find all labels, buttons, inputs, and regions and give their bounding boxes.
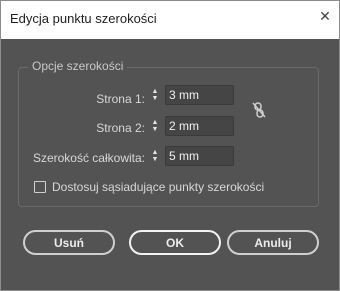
adjust-adjacent-checkbox-row[interactable]: Dostosuj sąsiadujące punkty szerokości (34, 179, 264, 195)
total-width-field: ▲ ▼ (148, 146, 234, 166)
broken-link-icon[interactable] (252, 102, 266, 118)
title-bar: Edycja punktu szerokości ✕ (1, 1, 339, 39)
ok-button[interactable]: OK (129, 230, 221, 255)
side1-spinner-icon[interactable]: ▲ ▼ (148, 85, 162, 105)
total-width-label: Szerokość całkowita: (32, 151, 145, 165)
side1-field: ▲ ▼ (148, 85, 234, 105)
dialog-window: Edycja punktu szerokości ✕ Opcje szeroko… (0, 0, 340, 291)
adjust-adjacent-label: Dostosuj sąsiadujące punkty szerokości (52, 180, 265, 194)
cancel-button[interactable]: Anuluj (227, 230, 319, 255)
group-legend: Opcje szerokości (28, 59, 128, 73)
dialog-body: Opcje szerokości Strona 1: ▲▼ Strona 2: … (1, 39, 339, 290)
dialog-title: Edycja punktu szerokości (10, 11, 157, 26)
side2-input[interactable] (165, 116, 234, 136)
delete-button[interactable]: Usuń (23, 230, 115, 255)
side1-input[interactable] (165, 85, 234, 105)
side2-label: Strona 2: (96, 121, 145, 135)
side2-spinner-icon[interactable]: ▲ ▼ (148, 116, 162, 136)
close-icon[interactable]: ✕ (311, 1, 339, 31)
side2-field: ▲ ▼ (148, 116, 234, 136)
adjust-adjacent-checkbox[interactable] (34, 181, 46, 193)
side1-label: Strona 1: (96, 92, 145, 106)
total-width-input[interactable] (165, 146, 234, 166)
total-spinner-icon[interactable]: ▲ ▼ (148, 146, 162, 166)
